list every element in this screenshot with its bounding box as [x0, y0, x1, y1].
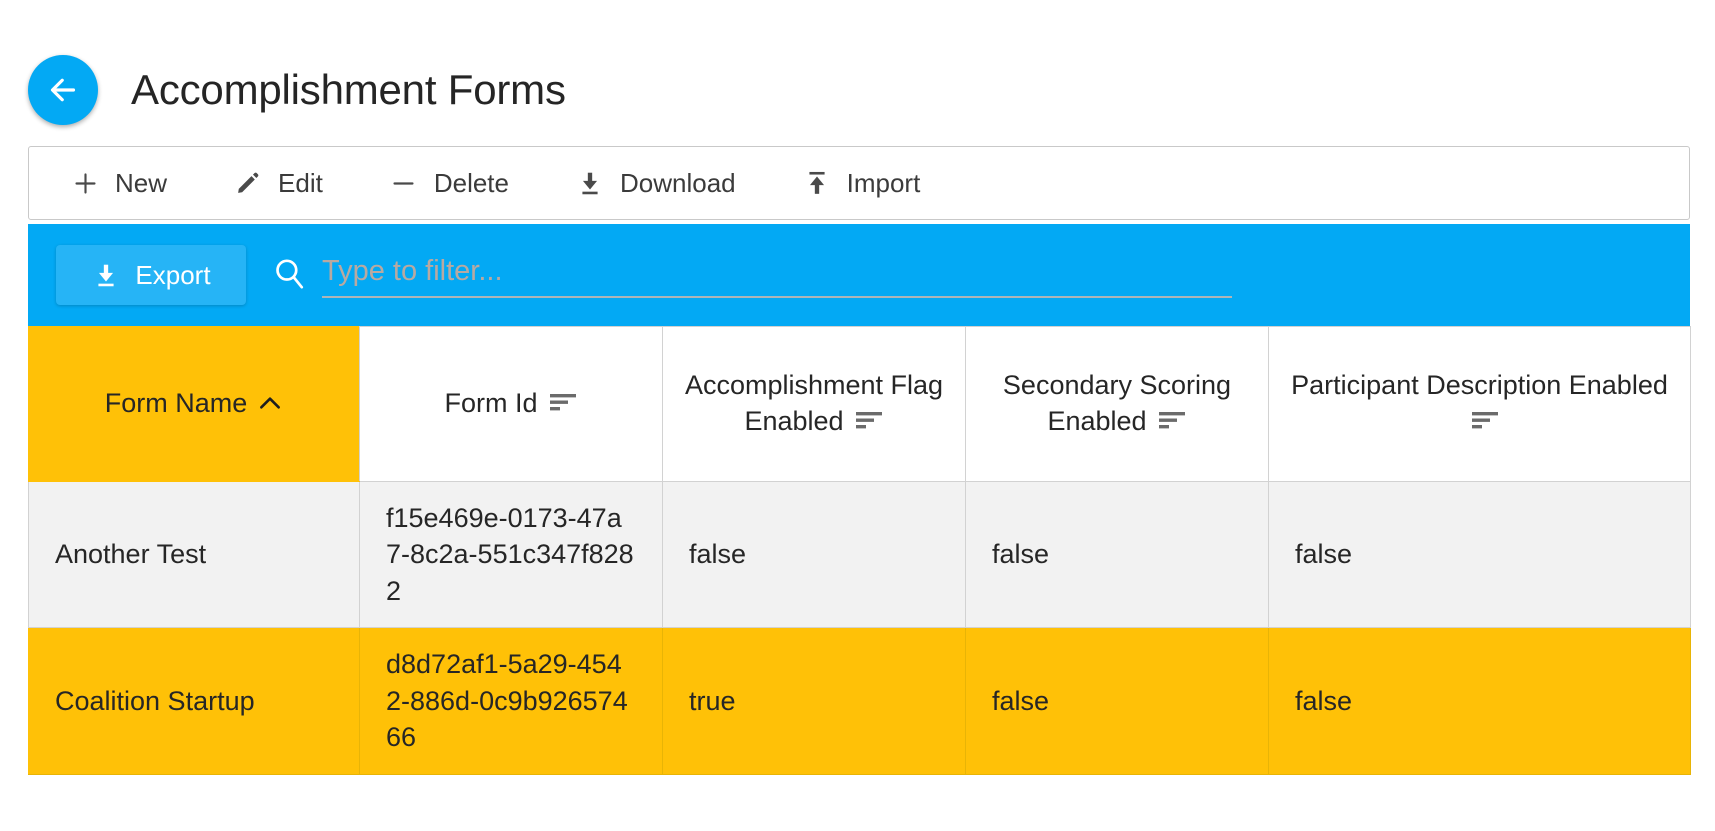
download-button-label: Download: [619, 168, 736, 198]
page-title: Accomplishment Forms: [131, 65, 566, 113]
cell-participant-description-enabled: false: [1268, 480, 1691, 629]
minus-icon: [389, 168, 419, 198]
back-button[interactable]: [28, 54, 98, 125]
search-icon[interactable]: [268, 252, 310, 294]
forms-table: Form Name Form Id Accomplishment Flag En…: [28, 326, 1691, 775]
import-button-label: Import: [846, 168, 921, 198]
cell-secondary-scoring-enabled: false: [965, 627, 1269, 775]
download-icon: [575, 168, 605, 198]
cell-form-id: f15e469e-0173-47a7-8c2a-551c347f8282: [359, 480, 663, 629]
search-input[interactable]: [322, 255, 1232, 298]
column-header-form-name[interactable]: Form Name: [28, 326, 360, 482]
plus-icon: [70, 168, 100, 198]
column-header-accomplishment-flag-enabled[interactable]: Accomplishment Flag Enabled: [662, 326, 966, 482]
chevron-up-icon: [257, 385, 283, 421]
search-area: [268, 252, 1690, 298]
edit-button[interactable]: Edit: [233, 168, 323, 198]
delete-button-label: Delete: [433, 168, 509, 198]
cell-accomplishment-flag-enabled: true: [662, 627, 966, 775]
filter-bar: Export: [28, 224, 1690, 326]
cell-form-name: Coalition Startup: [28, 627, 360, 775]
filter-lines-icon: [1157, 403, 1187, 439]
table-row[interactable]: Another Test f15e469e-0173-47a7-8c2a-551…: [28, 480, 1691, 629]
cell-form-id: d8d72af1-5a29-4542-886d-0c9b92657466: [359, 627, 663, 775]
edit-button-label: Edit: [278, 168, 323, 198]
new-button-label: New: [115, 168, 168, 198]
download-icon: [91, 260, 121, 290]
filter-lines-icon: [854, 403, 884, 439]
upload-icon: [802, 168, 832, 198]
filter-lines-icon: [548, 385, 578, 421]
column-header-form-id[interactable]: Form Id: [359, 326, 663, 482]
table-header-row: Form Name Form Id Accomplishment Flag En…: [28, 326, 1691, 482]
cell-participant-description-enabled: false: [1268, 627, 1691, 775]
column-header-participant-description-enabled[interactable]: Participant Description Enabled: [1268, 326, 1691, 482]
column-header-label: Participant Description Enabled: [1291, 369, 1668, 400]
export-button-label: Export: [135, 259, 211, 290]
column-header-secondary-scoring-enabled[interactable]: Secondary Scoring Enabled: [965, 326, 1269, 482]
page-root: Accomplishment Forms New Edit Delete Dow…: [0, 0, 1715, 831]
column-header-label: Form Id: [444, 387, 538, 418]
new-button[interactable]: New: [70, 168, 167, 198]
import-button[interactable]: Import: [802, 168, 921, 198]
column-header-label: Form Name: [104, 387, 248, 418]
cell-secondary-scoring-enabled: false: [965, 480, 1269, 629]
column-header-label: Accomplishment Flag Enabled: [684, 369, 944, 437]
table-row[interactable]: Coalition Startup d8d72af1-5a29-4542-886…: [28, 627, 1691, 775]
delete-button[interactable]: Delete: [389, 168, 509, 198]
cell-accomplishment-flag-enabled: false: [662, 480, 966, 629]
export-button[interactable]: Export: [56, 245, 246, 305]
arrow-left-icon: [45, 72, 81, 108]
download-button[interactable]: Download: [575, 168, 736, 198]
column-header-label: Secondary Scoring Enabled: [1002, 369, 1232, 437]
page-header: Accomplishment Forms: [0, 0, 1715, 135]
pencil-icon: [233, 168, 263, 198]
filter-lines-icon: [1470, 403, 1500, 439]
cell-form-name: Another Test: [28, 480, 360, 629]
action-toolbar: New Edit Delete Download Import: [28, 146, 1690, 220]
